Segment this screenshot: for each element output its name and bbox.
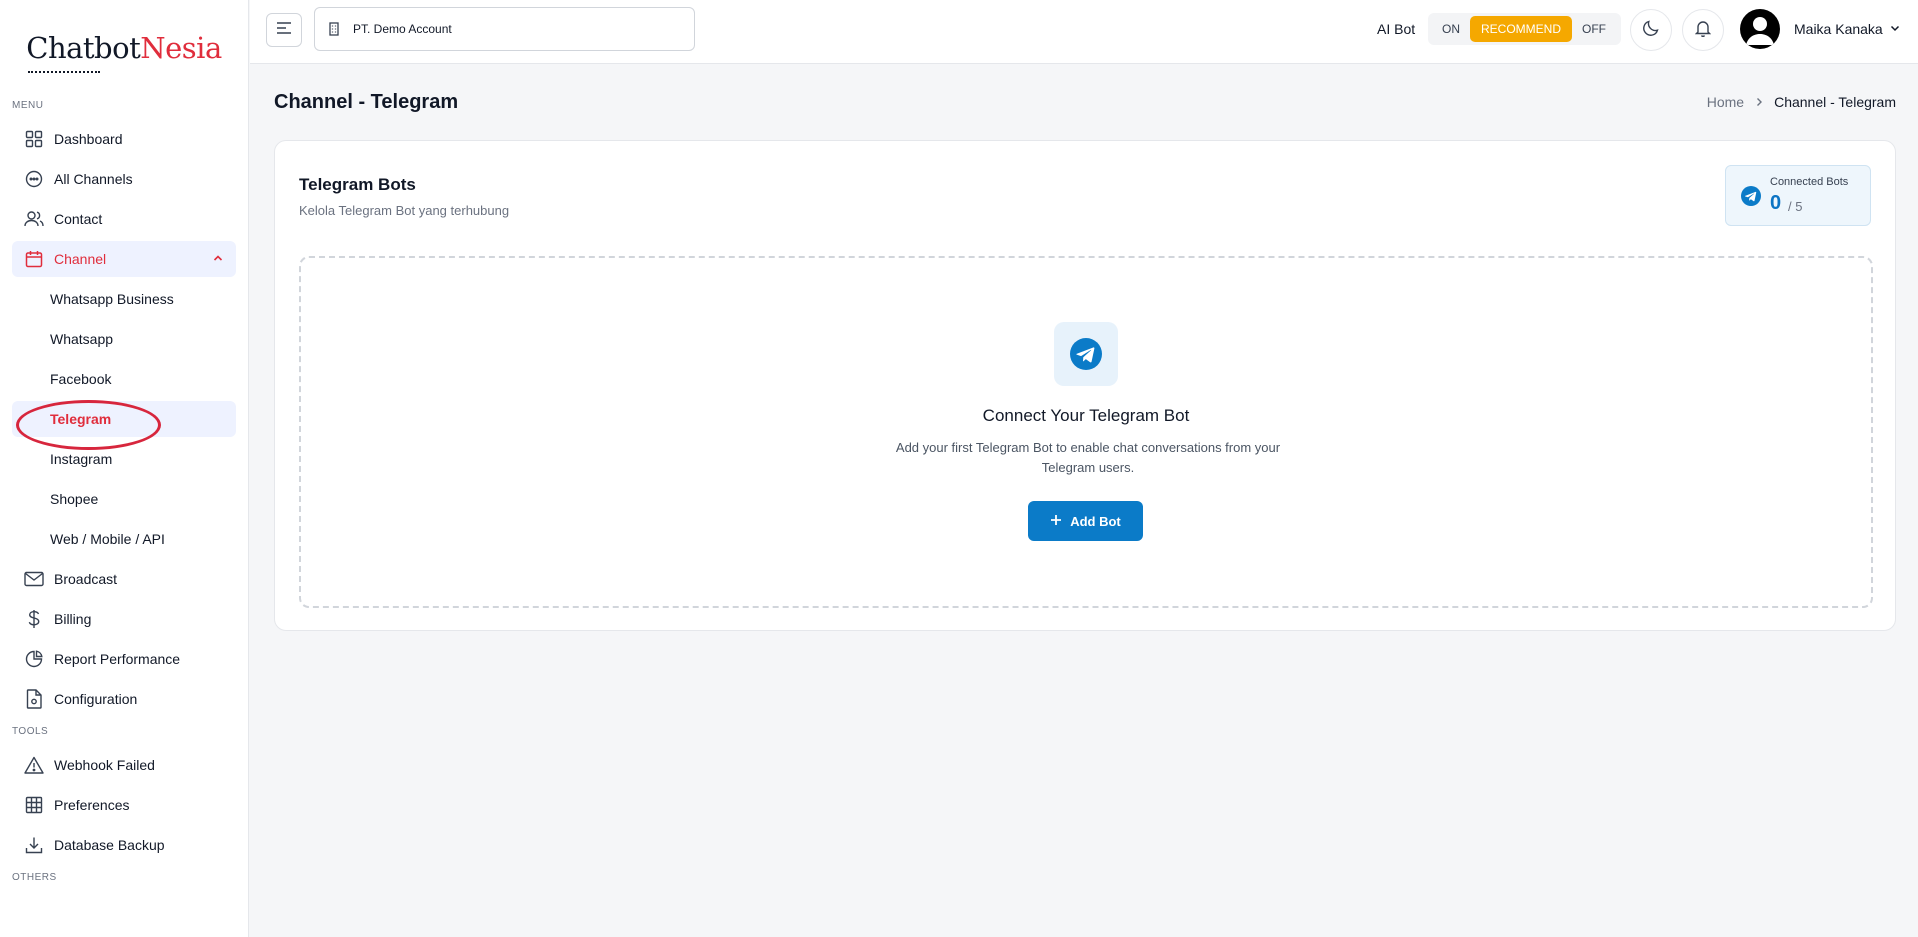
- avatar[interactable]: [1740, 9, 1780, 49]
- warning-icon: [24, 755, 44, 775]
- building-icon: [329, 22, 339, 36]
- telegram-icon: [1741, 186, 1761, 211]
- sidebar: ChatbotNesia MENU Dashboard All Channels…: [0, 0, 249, 937]
- connected-bots-max: / 5: [1788, 199, 1803, 214]
- add-bot-label: Add Bot: [1070, 513, 1121, 529]
- user-menu[interactable]: Maika Kanaka: [1794, 21, 1901, 37]
- moon-icon: [1642, 19, 1660, 42]
- sidebar-subitem-label: Shopee: [50, 491, 99, 507]
- account-name: PT. Demo Account: [353, 22, 452, 36]
- empty-state-title: Connect Your Telegram Bot: [982, 406, 1190, 425]
- sidebar-subitem-label: Telegram: [50, 411, 112, 427]
- chat-bubble-icon: [24, 169, 44, 189]
- card-subtitle: Kelola Telegram Bot yang terhubung: [299, 203, 510, 218]
- sidebar-item-broadcast[interactable]: Broadcast: [12, 561, 236, 597]
- account-selector[interactable]: PT. Demo Account: [314, 7, 695, 51]
- sidebar-subitem-label: Facebook: [50, 371, 112, 387]
- table-icon: [24, 795, 44, 815]
- ai-bot-recommend-option[interactable]: RECOMMEND: [1470, 16, 1572, 42]
- sidebar-item-billing[interactable]: Billing: [12, 601, 236, 637]
- calendar-icon: [24, 249, 44, 269]
- brand-logo[interactable]: ChatbotNesia: [0, 0, 248, 95]
- sidebar-item-webhook-failed[interactable]: Webhook Failed: [12, 747, 236, 783]
- empty-state-description: Add your first Telegram Bot to enable ch…: [895, 440, 1281, 475]
- grid-icon: [24, 129, 44, 149]
- sidebar-item-label: Dashboard: [54, 131, 123, 147]
- sidebar-subitem-telegram[interactable]: Telegram: [12, 401, 236, 437]
- sidebar-item-label: Broadcast: [54, 571, 118, 587]
- sidebar-item-channel[interactable]: Channel: [12, 241, 236, 277]
- sidebar-item-configuration[interactable]: Configuration: [12, 681, 236, 717]
- sidebar-subitem-whatsapp-business[interactable]: Whatsapp Business: [12, 281, 236, 317]
- sidebar-subitem-label: Web / Mobile / API: [50, 531, 165, 547]
- ai-bot-mode-toggle: ON RECOMMEND OFF: [1428, 13, 1621, 45]
- notifications-button[interactable]: [1682, 9, 1724, 51]
- download-icon: [24, 835, 44, 855]
- chevron-right-icon: [1754, 94, 1764, 110]
- dollar-icon: [24, 609, 44, 629]
- menu-icon: [276, 21, 292, 40]
- connected-bots-label: Connected Bots: [1770, 176, 1849, 188]
- sidebar-item-label: Report Performance: [54, 651, 181, 667]
- sidebar-item-label: All Channels: [54, 171, 133, 187]
- ai-bot-off-option[interactable]: OFF: [1572, 16, 1616, 42]
- brand-logo-part2: Nesia: [140, 30, 222, 65]
- sidebar-subitem-web-mobile-api[interactable]: Web / Mobile / API: [12, 521, 236, 557]
- sidebar-subitem-facebook[interactable]: Facebook: [12, 361, 236, 397]
- empty-state: Connect Your Telegram Bot Add your first…: [299, 256, 1873, 608]
- brand-logo-part1: Chatbot: [26, 30, 141, 65]
- sidebar-item-report-performance[interactable]: Report Performance: [12, 641, 236, 677]
- others-section-label: OTHERS: [12, 872, 57, 883]
- page-title: Channel - Telegram: [274, 91, 459, 113]
- chevron-up-icon: [212, 251, 224, 267]
- telegram-icon: [1054, 322, 1118, 386]
- sidebar-subitem-shopee[interactable]: Shopee: [12, 481, 236, 517]
- sidebar-item-label: Channel: [54, 251, 107, 267]
- sidebar-item-label: Webhook Failed: [54, 757, 155, 773]
- sidebar-item-dashboard[interactable]: Dashboard: [12, 121, 236, 157]
- sidebar-subitem-whatsapp[interactable]: Whatsapp: [12, 321, 236, 357]
- sidebar-item-database-backup[interactable]: Database Backup: [12, 827, 236, 863]
- sidebar-item-label: Database Backup: [54, 837, 165, 853]
- plus-icon: [1050, 514, 1062, 529]
- sidebar-subitem-label: Instagram: [50, 451, 113, 467]
- sidebar-subitem-instagram[interactable]: Instagram: [12, 441, 236, 477]
- sidebar-subitem-label: Whatsapp Business: [50, 291, 174, 307]
- connected-bots-count: 0: [1770, 192, 1782, 214]
- connected-bots-counter: Connected Bots 0 / 5: [1725, 165, 1871, 226]
- sidebar-item-label: Billing: [54, 611, 92, 627]
- chevron-down-icon: [1889, 21, 1901, 37]
- ai-bot-on-option[interactable]: ON: [1432, 16, 1470, 42]
- breadcrumb-current: Channel - Telegram: [1774, 94, 1896, 110]
- document-settings-icon: [24, 689, 44, 709]
- sidebar-item-preferences[interactable]: Preferences: [12, 787, 236, 823]
- sidebar-item-label: Preferences: [54, 797, 130, 813]
- sidebar-item-contact[interactable]: Contact: [12, 201, 236, 237]
- users-icon: [24, 209, 44, 229]
- ai-bot-label: AI Bot: [1377, 21, 1416, 37]
- dark-mode-button[interactable]: [1630, 9, 1672, 51]
- sidebar-item-label: Contact: [54, 211, 103, 227]
- user-name: Maika Kanaka: [1794, 21, 1883, 37]
- telegram-bots-card: Telegram Bots Kelola Telegram Bot yang t…: [274, 140, 1896, 631]
- sidebar-subitem-label: Whatsapp: [50, 331, 114, 347]
- add-bot-button[interactable]: Add Bot: [1028, 501, 1143, 541]
- breadcrumb: Home Channel - Telegram: [1707, 94, 1896, 110]
- bell-icon: [1694, 19, 1712, 42]
- sidebar-item-all-channels[interactable]: All Channels: [12, 161, 236, 197]
- menu-section-label: MENU: [12, 100, 44, 111]
- card-title: Telegram Bots: [299, 175, 416, 194]
- menu-toggle-button[interactable]: [266, 13, 302, 47]
- tools-section-label: TOOLS: [12, 726, 49, 737]
- sidebar-item-label: Configuration: [54, 691, 138, 707]
- mail-icon: [24, 569, 44, 589]
- topbar: PT. Demo Account AI Bot ON RECOMMEND OFF…: [250, 0, 1918, 64]
- pie-chart-icon: [24, 649, 44, 669]
- breadcrumb-home[interactable]: Home: [1707, 94, 1744, 110]
